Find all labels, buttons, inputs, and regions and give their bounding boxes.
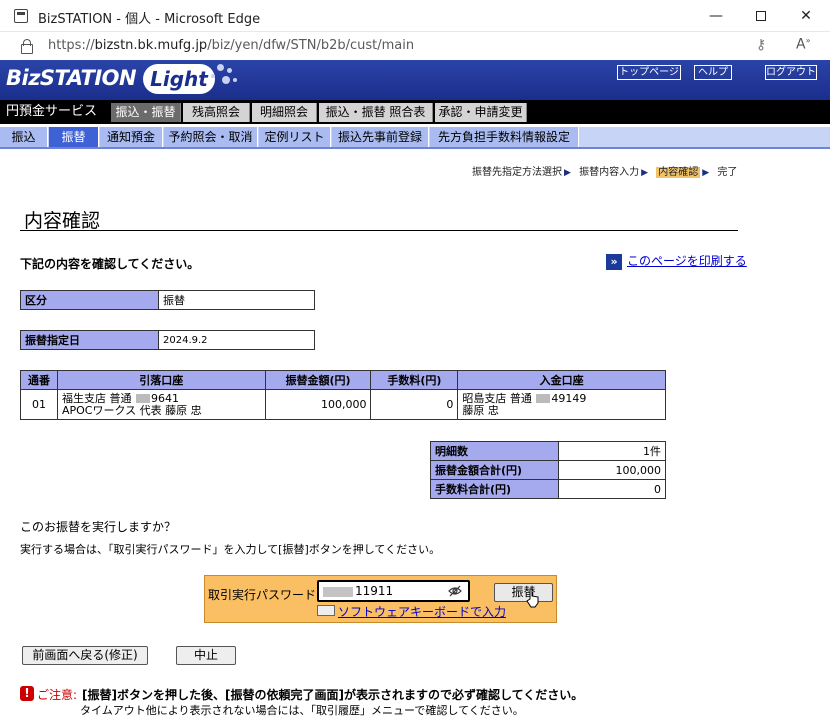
sub-nav-fee-settings[interactable]: 先方負担手数料情報設定	[430, 127, 579, 147]
main-nav-reconcile[interactable]: 振込・振替 照合表	[319, 103, 433, 122]
sub-nav-payee-registration[interactable]: 振込先事前登録	[332, 127, 429, 147]
url-scheme: https://	[48, 38, 95, 53]
row-to-account: 昭島支店 普通 49149 藤原 忠	[457, 389, 666, 420]
row-fee: 0	[370, 389, 459, 420]
site-header: BizSTATION Light トップページ ヘルプ ログアウト	[0, 60, 830, 100]
password-panel: 取引実行パスワード 11911 振替 ソフトウェアキーボードで入力	[204, 575, 557, 623]
to-account-tail: 49149	[551, 391, 587, 405]
from-holder: APOCワークス 代表 藤原 忠	[61, 403, 202, 417]
masked-digits	[536, 394, 551, 403]
sub-nav-furikomi[interactable]: 振込	[0, 127, 48, 147]
maximize-icon	[756, 11, 766, 21]
window-title: BizSTATION - 個人 - Microsoft Edge	[38, 12, 261, 27]
main-nav-balance[interactable]: 残高照会	[183, 103, 250, 122]
sub-nav-furikae[interactable]: 振替	[49, 127, 99, 147]
sub-nav-regular-list[interactable]: 定例リスト	[259, 127, 331, 147]
password-value: 11911	[355, 584, 394, 598]
help-link[interactable]: ヘルプ	[694, 65, 732, 80]
notice-text: [振替]ボタンを押した後、[振替の依頼完了画面]が表示されますので必ず確認してく…	[82, 688, 584, 702]
table-row: 01 福生支店 普通 9641 APOCワークス 代表 藤原 忠 100,000…	[20, 389, 666, 420]
transfer-detail-table: 通番 引落口座 振替金額(円) 手数料(円) 入金口座 01 福生支店 普通 9…	[20, 370, 666, 420]
kubun-table: 区分 振替	[20, 290, 315, 310]
masked-digits	[135, 394, 150, 403]
sub-nav-reservation[interactable]: 予約照会・取消	[164, 127, 258, 147]
summary-count-label: 明細数	[430, 441, 559, 461]
row-no: 01	[20, 389, 58, 420]
confirm-instruction: 実行する場合は、「取引実行パスワード」を入力して[振替]ボタンを押してください。	[20, 543, 441, 556]
masked-password	[323, 586, 353, 597]
print-arrow-icon[interactable]: »	[606, 254, 622, 270]
lock-icon[interactable]	[21, 39, 33, 54]
logo: BizSTATION	[6, 66, 137, 90]
transfer-date-value: 2024.9.2	[158, 330, 315, 350]
back-edit-button[interactable]: 前画面へ戻る(修正)	[22, 646, 148, 665]
close-window-button[interactable]: ✕	[788, 4, 824, 28]
row-amount: 100,000	[264, 389, 372, 420]
step-3-current: 内容確認	[656, 167, 701, 178]
step-4: 完了	[717, 167, 738, 178]
service-name: 円預金サービス	[6, 104, 98, 119]
keyboard-icon[interactable]	[317, 605, 335, 616]
address-bar[interactable]: https://bizstn.bk.mufg.jp/biz/yen/dfw/ST…	[0, 32, 830, 60]
sub-nav: 振込 振替 通知預金 予約照会・取消 定例リスト 振込先事前登録 先方負担手数料…	[0, 127, 830, 149]
hide-password-icon[interactable]	[448, 585, 462, 597]
kubun-value: 振替	[158, 290, 315, 310]
warning-icon: !	[20, 686, 34, 701]
maximize-button[interactable]	[743, 4, 779, 28]
summary-row: 振替金額合計(円) 100,000	[430, 460, 666, 480]
step-indicator: 振替先指定方法選択 ▶ 振替内容入力 ▶ 内容確認 ▶ 完了	[472, 167, 738, 178]
col-header-no: 通番	[20, 370, 58, 390]
software-keyboard-link[interactable]: ソフトウェアキーボードで入力	[338, 603, 506, 620]
minimize-button[interactable]: —	[698, 4, 734, 28]
transfer-date-label: 振替指定日	[20, 330, 159, 350]
main-nav-statement[interactable]: 明細照会	[252, 103, 317, 122]
confirm-question: このお振替を実行しますか？	[20, 520, 177, 534]
password-label: 取引実行パスワード	[208, 588, 317, 602]
key-icon[interactable]: ⚷	[756, 37, 766, 53]
top-page-link[interactable]: トップページ	[617, 65, 681, 80]
logout-link[interactable]: ログアウト	[765, 65, 817, 80]
summary-fee-value: 0	[558, 479, 666, 499]
summary-row: 手数料合計(円) 0	[430, 479, 666, 499]
summary-amount-label: 振替金額合計(円)	[430, 460, 559, 480]
col-header-from-account: 引落口座	[56, 370, 266, 390]
summary-count-value: 1件	[558, 441, 666, 461]
url-domain: bizstn.bk.mufg.jp	[94, 38, 208, 53]
url-text[interactable]: https://bizstn.bk.mufg.jp/biz/yen/dfw/ST…	[48, 38, 414, 53]
lead-text: 下記の内容を確認してください。	[20, 257, 200, 271]
row-from-account: 福生支店 普通 9641 APOCワークス 代表 藤原 忠	[56, 389, 266, 420]
step-2: 振替内容入力	[579, 167, 640, 178]
summary-table: 明細数 1件 振替金額合計(円) 100,000 手数料合計(円) 0	[430, 441, 666, 499]
print-page-link[interactable]: このページを印刷する	[627, 252, 747, 269]
main-nav-approval[interactable]: 承認・申請変更	[435, 103, 527, 122]
summary-fee-label: 手数料合計(円)	[430, 479, 559, 499]
summary-amount-value: 100,000	[558, 460, 666, 480]
kubun-label: 区分	[20, 290, 159, 310]
step-1: 振替先指定方法選択	[472, 167, 562, 178]
cancel-button[interactable]: 中止	[176, 646, 236, 665]
col-header-amount: 振替金額(円)	[264, 370, 372, 390]
url-path: /biz/yen/dfw/STN/b2b/cust/main	[207, 38, 415, 53]
read-aloud-icon[interactable]: A»	[796, 36, 810, 53]
notice-subtext: タイムアウト他により表示されない場合には、「取引履歴」メニューで確認してください…	[80, 704, 524, 717]
main-nav: 円預金サービス 振込・振替 残高照会 明細照会 振込・振替 照合表 承認・申請変…	[0, 100, 830, 124]
main-nav-transfer[interactable]: 振込・振替	[111, 103, 181, 122]
sub-nav-notice-deposit[interactable]: 通知預金	[100, 127, 163, 147]
mouse-cursor-icon	[526, 588, 539, 608]
summary-row: 明細数 1件	[430, 441, 666, 461]
browser-tab-icon	[14, 9, 28, 23]
page-title: 内容確認	[24, 210, 101, 232]
transfer-execute-button[interactable]: 振替	[494, 583, 553, 602]
logo-dots	[205, 62, 245, 96]
window-titlebar: BizSTATION - 個人 - Microsoft Edge — ✕	[0, 0, 830, 32]
transaction-password-input[interactable]: 11911	[317, 580, 470, 602]
title-divider	[20, 230, 738, 231]
col-header-fee: 手数料(円)	[370, 370, 459, 390]
notice-label: ご注意:	[37, 688, 78, 702]
transfer-date-table: 振替指定日 2024.9.2	[20, 330, 315, 350]
col-header-to-account: 入金口座	[457, 370, 666, 390]
table-header-row: 通番 引落口座 振替金額(円) 手数料(円) 入金口座	[20, 370, 666, 390]
to-holder: 藤原 忠	[462, 403, 499, 417]
